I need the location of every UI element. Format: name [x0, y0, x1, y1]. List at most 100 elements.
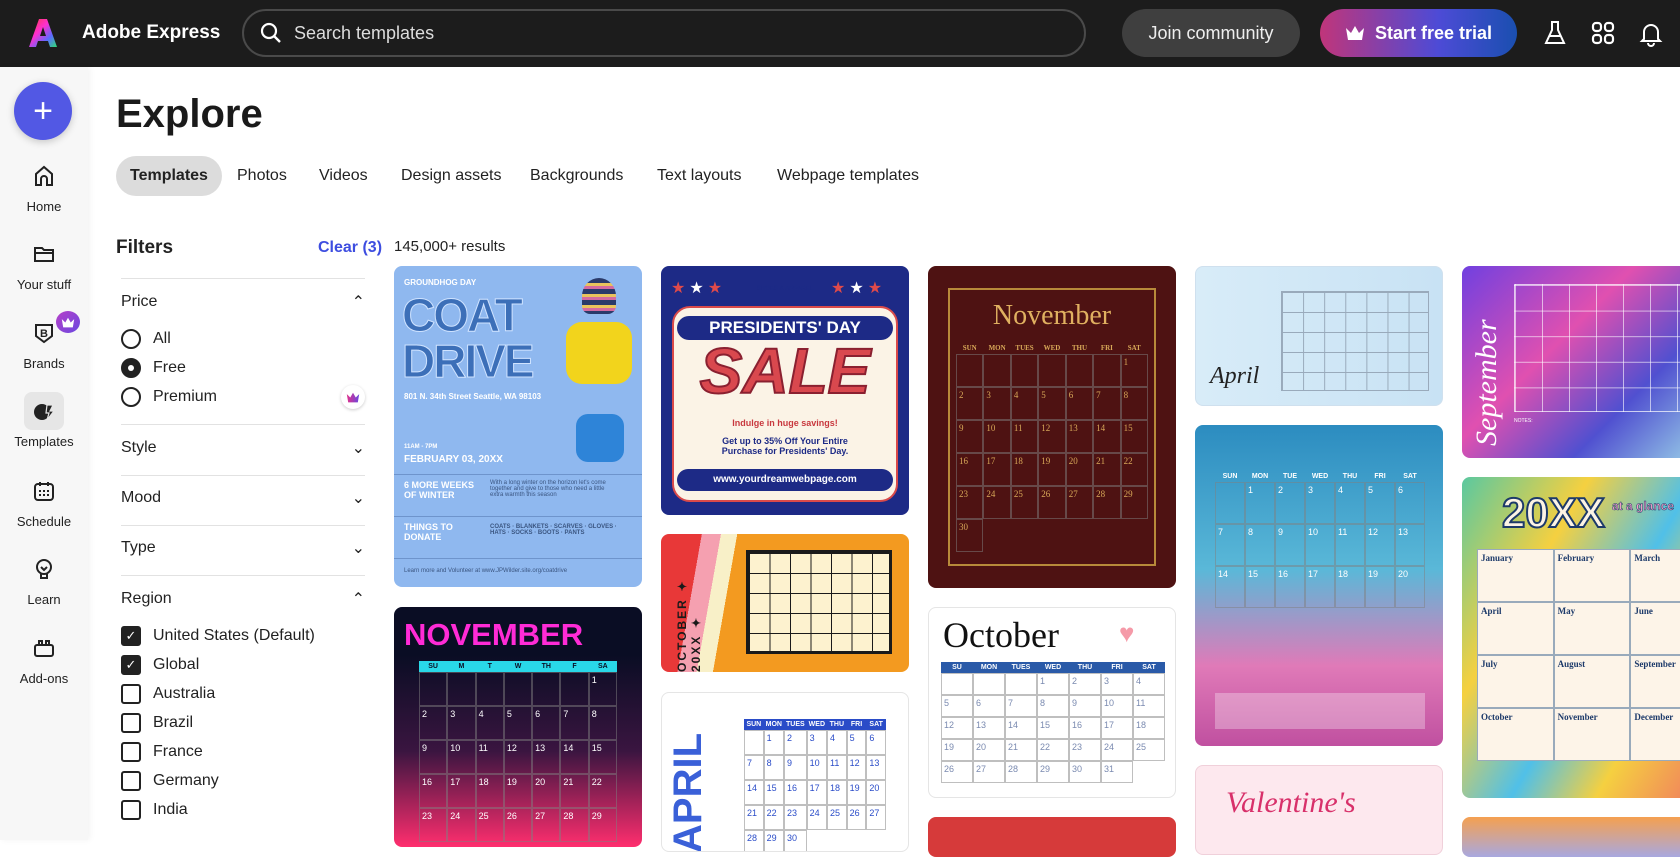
price-option-all[interactable]: All: [121, 327, 171, 351]
adobe-express-logo[interactable]: [28, 17, 58, 49]
rail-item-add-ons[interactable]: Add-ons: [0, 629, 88, 686]
day-cell: 17: [447, 774, 476, 808]
template-card-september-gradient[interactable]: September NOTES:: [1462, 266, 1680, 458]
day-cell: 1: [1037, 673, 1069, 695]
region-filter-header[interactable]: Region ⌃: [121, 589, 365, 609]
type-filter-header[interactable]: Type ⌄: [121, 538, 365, 558]
tab-templates[interactable]: Templates: [116, 156, 222, 196]
template-card-partial[interactable]: [928, 817, 1176, 857]
months-grid: January February March April May June July Augu…: [1477, 549, 1680, 761]
template-card-october-20xx[interactable]: OCTOBER ✦ 20XX ✦: [661, 534, 909, 672]
join-community-button[interactable]: Join community: [1122, 9, 1300, 57]
day-cell: 21: [744, 805, 764, 830]
jacket-image: [566, 322, 632, 384]
region-option[interactable]: ✓ Global: [121, 653, 199, 677]
template-card-partial[interactable]: [1462, 817, 1680, 857]
tab-videos[interactable]: Videos: [305, 156, 382, 196]
day-cell: 14: [1005, 717, 1037, 739]
mood-filter-header[interactable]: Mood ⌄: [121, 488, 365, 508]
brand-name: Adobe Express: [82, 22, 221, 43]
day-cell: 1: [1120, 354, 1148, 387]
price-filter-header[interactable]: Price ⌃: [121, 292, 365, 312]
apps-grid-icon[interactable]: [1589, 19, 1617, 47]
day-header: FRI: [1101, 662, 1133, 673]
tab-design-assets[interactable]: Design assets: [387, 156, 516, 196]
clear-filters-link[interactable]: Clear (3): [318, 239, 382, 257]
style-filter-header[interactable]: Style ⌄: [121, 438, 365, 458]
divider: [121, 278, 365, 279]
divider: [121, 525, 365, 526]
region-option[interactable]: Australia: [121, 682, 215, 706]
day-cell: [1005, 673, 1037, 695]
rail-item-home[interactable]: Home: [0, 157, 88, 214]
radio[interactable]: [121, 387, 141, 407]
day-cell: 10: [983, 420, 1011, 453]
rail-item-learn[interactable]: Learn: [0, 550, 88, 607]
region-option[interactable]: France: [121, 740, 203, 764]
checkbox[interactable]: [121, 713, 141, 733]
card-text: www.yourdreamwebpage.com: [677, 469, 893, 491]
search-bar[interactable]: [242, 9, 1086, 57]
month-cell: November: [1553, 708, 1631, 761]
template-card-october[interactable]: October ♥ SU MON TUES WED THU FRI SAT 1 2 3 4 5 6 7 8 9…: [928, 607, 1176, 798]
day-cell: 23: [419, 808, 448, 842]
tab-webpage-templates[interactable]: Webpage templates: [763, 156, 933, 196]
day-header: FRI: [1100, 344, 1113, 352]
template-card-november-neon[interactable]: NOVEMBER SU M T W TH F SA 1 2 3 4 5 6 7 8 9 10 11 12 13 14 15…: [394, 607, 642, 847]
template-card-november-classic[interactable]: November SUN MON TUES WED THU FRI SAT 1 2 3 4 5 6 7 8 9…: [928, 266, 1176, 588]
search-input[interactable]: [294, 22, 994, 44]
checkbox[interactable]: [121, 742, 141, 762]
template-card-coat-drive[interactable]: GROUNDHOG DAY COAT DRIVE 801 N. 34th Stre…: [394, 266, 642, 587]
template-card-presidents-day-sale[interactable]: ★★★ ★★★ SHOES & APPAREL PRESIDENTS' DAY …: [661, 266, 909, 515]
template-card-valentines[interactable]: Valentine's: [1195, 765, 1443, 855]
day-cell: 16: [956, 453, 984, 486]
filters-title: Filters: [116, 237, 174, 258]
region-option[interactable]: India: [121, 798, 188, 822]
day-header: SAT: [1127, 344, 1141, 352]
day-cell: 5: [846, 730, 867, 755]
template-card-april-blue[interactable]: April: [1195, 266, 1443, 406]
day-header: TUES: [784, 719, 807, 730]
create-button[interactable]: +: [14, 82, 72, 140]
rail-item-your-stuff[interactable]: Your stuff: [0, 235, 88, 292]
day-cell: 22: [763, 805, 784, 830]
price-option-premium[interactable]: Premium: [121, 385, 217, 409]
tab-text-layouts[interactable]: Text layouts: [643, 156, 755, 196]
day-cell: 22: [1120, 453, 1148, 486]
radio-selected[interactable]: [121, 358, 141, 378]
day-cell: [744, 730, 764, 755]
option-label: Free: [153, 359, 186, 376]
day-cell: 18: [1010, 453, 1039, 486]
tab-photos[interactable]: Photos: [223, 156, 301, 196]
bell-icon[interactable]: [1637, 19, 1665, 47]
region-option[interactable]: Germany: [121, 769, 219, 793]
start-free-trial-button[interactable]: Start free trial: [1320, 9, 1517, 57]
day-cell: 30: [1069, 761, 1101, 783]
day-cell: 20: [532, 774, 561, 808]
radio[interactable]: [121, 329, 141, 349]
tab-backgrounds[interactable]: Backgrounds: [516, 156, 637, 196]
day-header: THU: [1069, 662, 1101, 673]
day-header: MON: [973, 662, 1005, 673]
template-card-april[interactable]: APRIL SUN MON TUES WED THU FRI SAT 1 2 3 4 5 6 7 8 9 10 1…: [661, 692, 909, 852]
day-cell: 8: [1245, 524, 1275, 566]
day-cell: 1: [763, 730, 784, 755]
region-option[interactable]: ✓ United States (Default): [121, 624, 315, 648]
checkbox[interactable]: [121, 800, 141, 820]
template-card-year-at-a-glance[interactable]: 20XX at a glance January February March Apr…: [1462, 477, 1680, 798]
day-header: SUN: [962, 344, 977, 352]
stars-icon: ★★★: [671, 280, 727, 297]
template-card-september-sky[interactable]: SUN MON TUE WED THU FRI SAT 1 2 3 4 5 6 7 8 9 10 11 12 13 14…: [1195, 425, 1443, 746]
rail-item-schedule[interactable]: Schedule: [0, 472, 88, 529]
rail-item-templates[interactable]: Templates: [0, 392, 88, 449]
region-option[interactable]: Brazil: [121, 711, 193, 735]
day-cell: [973, 673, 1005, 695]
checkbox-checked[interactable]: ✓: [121, 626, 141, 646]
price-option-free[interactable]: Free: [121, 356, 186, 380]
checkbox-checked[interactable]: ✓: [121, 655, 141, 675]
flask-icon[interactable]: [1541, 19, 1569, 47]
day-cell: 20: [1395, 566, 1425, 608]
checkbox[interactable]: [121, 771, 141, 791]
checkbox[interactable]: [121, 684, 141, 704]
day-cell: 28: [560, 808, 589, 842]
